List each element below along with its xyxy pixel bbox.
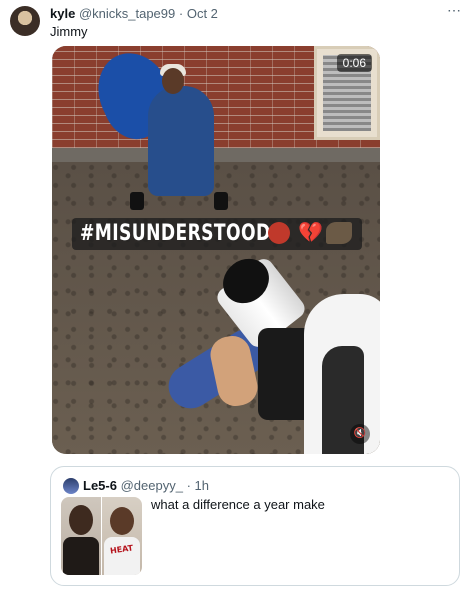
more-options-icon[interactable]: ⋯ xyxy=(447,2,462,19)
mute-icon[interactable]: 🔇 xyxy=(350,424,370,444)
author-name[interactable]: kyle xyxy=(50,6,75,21)
tweet-date[interactable]: Oct 2 xyxy=(187,6,218,21)
person-coat xyxy=(148,86,214,196)
video-caption: #MISUNDERSTOOD xyxy=(80,221,271,246)
quote-header: Le5-6 @deepyy_ · 1h xyxy=(83,477,209,494)
devil-emoji-icon xyxy=(268,222,290,244)
bat-emoji-icon xyxy=(326,222,352,244)
quote-author-name[interactable]: Le5-6 xyxy=(83,478,117,493)
quote-author-avatar[interactable] xyxy=(63,478,79,494)
author-handle[interactable]: @knicks_tape99 xyxy=(79,6,175,21)
quote-time[interactable]: 1h xyxy=(195,478,209,493)
video-player[interactable]: #MISUNDERSTOOD 💔 0:06 🔇 xyxy=(52,46,380,454)
tweet-text: Jimmy xyxy=(50,24,88,39)
left-boot xyxy=(130,192,144,210)
quote-image-right[interactable]: HEAT xyxy=(102,497,142,575)
quote-separator: · xyxy=(186,478,191,493)
header-separator: · xyxy=(178,6,184,21)
author-avatar[interactable] xyxy=(10,6,40,36)
portrait-shirt xyxy=(63,537,99,575)
broken-heart-emoji-icon: 💔 xyxy=(298,222,323,244)
portrait-face xyxy=(69,505,93,535)
quoted-tweet[interactable]: Le5-6 @deepyy_ · 1h HEAT what a differen… xyxy=(50,466,460,586)
quote-author-handle[interactable]: @deepyy_ xyxy=(121,478,183,493)
quote-image-left[interactable] xyxy=(61,497,101,575)
wall-foundation xyxy=(52,148,380,162)
tweet-header: kyle @knicks_tape99 · Oct 2 xyxy=(50,5,218,22)
right-boot xyxy=(214,192,228,210)
heat-jersey xyxy=(104,537,140,575)
video-time-badge: 0:06 xyxy=(336,54,372,72)
person-head xyxy=(162,68,184,94)
portrait-face xyxy=(110,507,134,535)
quote-text: what a difference a year make xyxy=(151,497,325,512)
